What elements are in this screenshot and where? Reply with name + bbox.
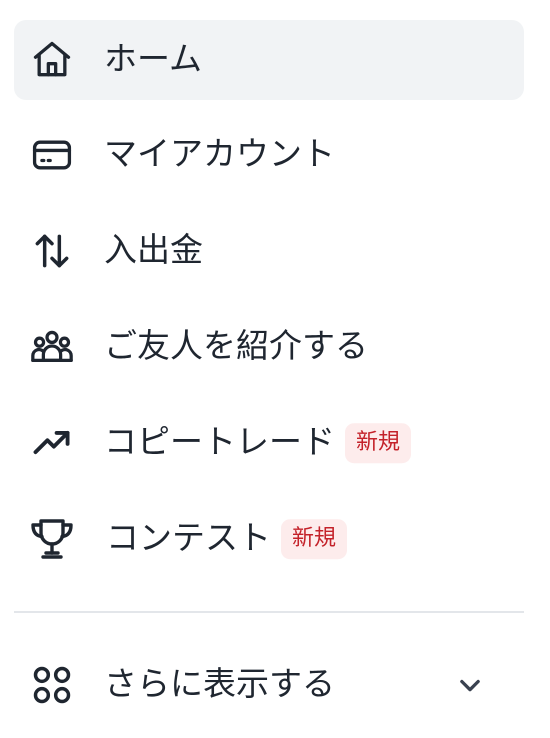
nav-item-label-text: コピートレード [104, 422, 335, 462]
nav-item-contest[interactable]: コンテスト 新規 [14, 499, 524, 579]
show-more-button[interactable]: さらに表示する [14, 645, 524, 725]
nav-item-label: ご友人を紹介する [104, 326, 368, 366]
new-badge: 新規 [281, 519, 348, 560]
nav-item-label: 入出金 [104, 230, 203, 270]
transfer-arrows-icon [28, 227, 76, 275]
nav-item-deposit-withdraw[interactable]: 入出金 [14, 211, 524, 291]
wallet-card-icon [28, 131, 76, 179]
nav-item-home[interactable]: ホーム [14, 20, 524, 100]
nav-item-refer-friend[interactable]: ご友人を紹介する [14, 307, 524, 387]
sidebar-nav: ホーム マイアカウント 入出金 ご友人を紹介する コピートレード 新規 コンテス… [0, 0, 550, 738]
nav-item-label: さらに表示する [104, 664, 335, 704]
nav-item-label-text: コンテスト [106, 518, 271, 558]
nav-item-label: コンテスト 新規 [106, 518, 348, 560]
trending-up-icon [28, 419, 76, 467]
grid-dots-icon [28, 661, 76, 709]
nav-item-label: マイアカウント [104, 134, 335, 174]
nav-item-copy-trade[interactable]: コピートレード 新規 [14, 403, 524, 483]
nav-item-label: コピートレード 新規 [104, 422, 412, 464]
nav-item-my-account[interactable]: マイアカウント [14, 115, 524, 195]
nav-item-label: ホーム [104, 39, 203, 79]
users-group-icon [28, 323, 76, 371]
divider [14, 611, 524, 613]
home-icon [28, 36, 76, 84]
trophy-icon [28, 515, 76, 563]
new-badge: 新規 [345, 423, 412, 464]
chevron-down-icon[interactable] [456, 671, 484, 699]
